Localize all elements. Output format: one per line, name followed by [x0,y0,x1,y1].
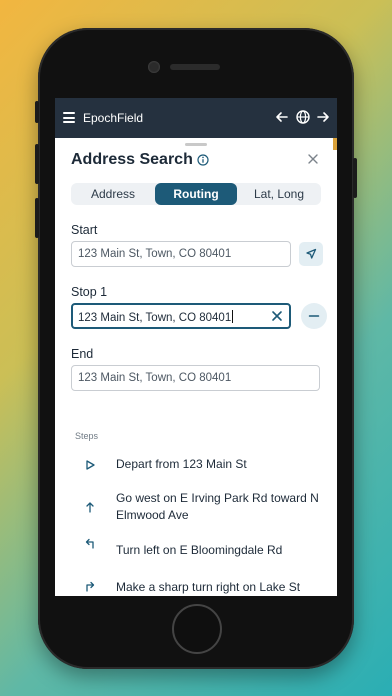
tab-routing[interactable]: Routing [155,183,237,205]
step-item: Go west on E Irving Park Rd toward N Elm… [116,491,319,522]
stop1-field[interactable]: 123 Main St, Town, CO 80401 [71,303,291,329]
start-label: Start [71,223,98,237]
mute-switch [35,101,39,123]
start-field-value: 123 Main St, Town, CO 80401 [78,248,232,260]
volume-up-button [35,144,39,184]
mode-tabs: Address Routing Lat, Long [71,183,321,205]
steps-label: Steps [75,431,99,441]
earpiece-speaker [170,64,220,70]
location-arrow-icon [306,248,317,259]
front-camera [148,61,160,73]
forward-arrow-icon[interactable] [315,109,331,125]
close-button[interactable] [305,151,321,167]
sharp-right-icon [83,579,97,593]
drag-handle[interactable] [185,143,207,146]
screen: EpochField Address Search Address Routin… [55,98,337,596]
menu-icon[interactable] [63,112,75,123]
minus-icon [308,315,320,317]
turn-left-icon [83,536,97,550]
volume-down-button [35,198,39,238]
info-icon[interactable] [197,153,209,166]
step-item: Turn left on E Bloomingdale Rd [116,543,283,557]
current-location-button[interactable] [299,242,323,266]
text-caret [232,310,234,323]
play-triangle-icon [83,458,97,472]
start-field[interactable]: 123 Main St, Town, CO 80401 [71,241,291,267]
step-item: Make a sharp turn right on Lake St [116,580,301,594]
tab-address[interactable]: Address [71,183,155,205]
tab-lat-long[interactable]: Lat, Long [237,183,321,205]
panel-title: Address Search [71,151,193,168]
power-button [353,158,357,198]
end-label: End [71,347,94,361]
end-field[interactable]: 123 Main St, Town, CO 80401 [71,365,320,391]
stop1-field-text: 123 Main St, Town, CO 80401 [78,310,234,324]
step-item: Depart from 123 Main St [116,457,247,471]
clear-icon [272,311,282,321]
remove-stop-button[interactable] [301,303,327,329]
globe-icon[interactable] [295,109,311,125]
clear-field-button[interactable] [270,309,284,323]
stop1-field-value: 123 Main St, Town, CO 80401 [78,312,232,324]
close-icon [308,154,318,164]
home-button[interactable] [172,604,222,654]
stop1-label: Stop 1 [71,285,108,299]
arrow-up-icon [83,500,97,514]
end-field-value: 123 Main St, Town, CO 80401 [78,372,232,384]
app-header: EpochField [55,98,337,138]
accent-strip [333,138,337,150]
app-title: EpochField [83,111,144,125]
back-arrow-icon[interactable] [274,109,290,125]
